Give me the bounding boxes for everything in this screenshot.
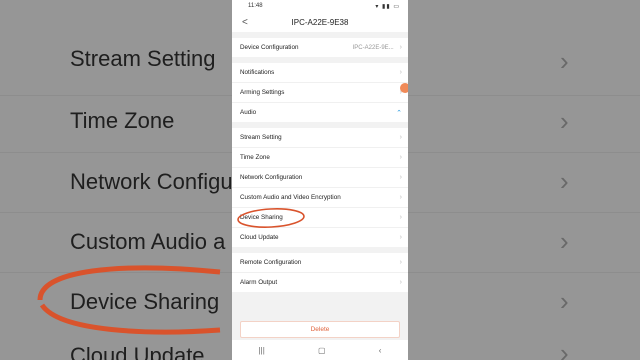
chevron-right-icon: › [399,134,402,141]
settings-item-device-configuration[interactable]: Device Configuration IPC-A22E-9E... › [232,38,408,57]
background-zoom-right: › › › › › › [408,0,640,360]
settings-group-remote: Remote Configuration › Alarm Output › [232,253,408,292]
settings-item-network-configuration[interactable]: Network Configuration › [232,167,408,187]
phone-screen: 11:48 ▾ ▮▮ ▭ < IPC-A22E-9E38 Device Conf… [232,0,408,360]
settings-item-label: Audio [240,109,257,116]
dim-overlay [0,0,232,360]
page-title: IPC-A22E-9E38 [291,17,349,27]
settings-item-label: Arming Settings [240,89,285,96]
settings-item-label: Cloud Update [240,234,279,241]
dim-overlay [408,0,640,360]
back-icon[interactable]: ‹ [379,346,382,355]
android-nav-bar: ||| ▢ ‹ [232,340,408,360]
settings-item-label: Device Configuration [240,44,299,51]
settings-item-label: Remote Configuration [240,259,302,266]
settings-item-label: Notifications [240,69,275,76]
settings-item-custom-audio-video-encryption[interactable]: Custom Audio and Video Encryption › [232,187,408,207]
chevron-right-icon: › [399,279,402,286]
chevron-up-icon: ⌃ [396,109,402,117]
settings-item-remote-configuration[interactable]: Remote Configuration › [232,253,408,272]
settings-item-arming-settings[interactable]: Arming Settings › [232,82,408,102]
home-icon[interactable]: ▢ [318,346,326,355]
settings-item-label: Alarm Output [240,279,278,286]
settings-item-stream-setting[interactable]: Stream Setting › [232,128,408,147]
settings-item-alarm-output[interactable]: Alarm Output › [232,272,408,292]
settings-item-time-zone[interactable]: Time Zone › [232,147,408,167]
chevron-right-icon: › [399,154,402,161]
title-bar: < IPC-A22E-9E38 [232,12,408,32]
back-arrow-icon[interactable]: < [242,17,248,28]
settings-item-label: Network Configuration [240,174,303,181]
status-time: 11:48 [248,3,263,9]
floating-assist-button[interactable] [400,83,408,93]
settings-group-alerts: Notifications › Arming Settings › Audio … [232,63,408,122]
status-icons: ▾ ▮▮ ▭ [375,3,400,10]
chevron-right-icon: › [399,174,402,181]
settings-item-label: Stream Setting [240,134,282,141]
device-id-value: IPC-A22E-9E... [352,44,394,51]
status-bar: 11:48 ▾ ▮▮ ▭ [232,0,408,12]
chevron-right-icon: › [399,194,402,201]
settings-group-device: Device Configuration IPC-A22E-9E... › [232,38,408,57]
settings-item-label: Time Zone [240,154,270,161]
chevron-right-icon: › [399,234,402,241]
chevron-right-icon: › [399,44,402,51]
delete-button[interactable]: Delete [240,321,400,338]
chevron-right-icon: › [399,69,402,76]
background-zoom-left: Stream Setting Time Zone Network Configu… [0,0,232,360]
settings-item-notifications[interactable]: Notifications › [232,63,408,82]
settings-item-cloud-update[interactable]: Cloud Update › [232,227,408,247]
chevron-right-icon: › [399,214,402,221]
settings-item-audio[interactable]: Audio ⌃ [232,102,408,122]
recent-apps-icon[interactable]: ||| [259,346,265,355]
settings-item-device-sharing[interactable]: Device Sharing › [232,207,408,227]
settings-group-config: Stream Setting › Time Zone › Network Con… [232,128,408,247]
settings-item-label: Device Sharing [240,214,283,221]
settings-item-label: Custom Audio and Video Encryption [240,194,341,201]
chevron-right-icon: › [399,259,402,266]
